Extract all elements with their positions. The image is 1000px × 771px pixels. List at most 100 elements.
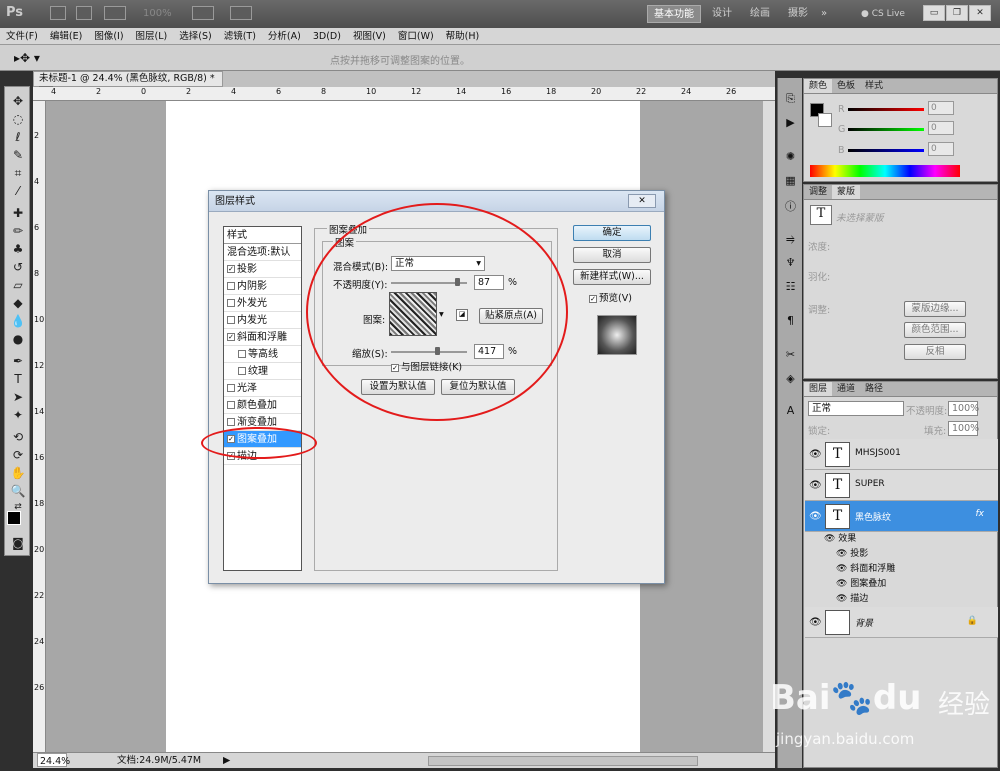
- clone-source-icon[interactable]: ♆: [782, 256, 799, 271]
- workspace-photography[interactable]: 摄影: [782, 5, 814, 23]
- invert-button[interactable]: 反相: [904, 344, 966, 360]
- eye-icon[interactable]: 👁: [809, 617, 822, 628]
- style-row[interactable]: 混合选项:默认: [224, 244, 301, 261]
- layer-row[interactable]: 👁 T SUPER: [805, 470, 998, 501]
- checkbox-unchecked[interactable]: [238, 367, 246, 375]
- checkbox-unchecked[interactable]: [227, 299, 235, 307]
- brush-panel-icon[interactable]: ⥤: [782, 232, 799, 247]
- histogram-panel-icon[interactable]: ▦: [782, 174, 799, 189]
- channel-g-value[interactable]: 0: [928, 121, 954, 135]
- zoom-level[interactable]: 100%: [143, 8, 172, 19]
- paint-bucket-icon[interactable]: ◆: [9, 295, 27, 311]
- paragraph-panel-icon[interactable]: ¶: [782, 314, 799, 329]
- effect-item[interactable]: 👁 投影: [836, 547, 868, 562]
- shape-tool-icon[interactable]: ✦: [9, 407, 27, 423]
- 3d-panel-icon[interactable]: ✺: [782, 150, 799, 165]
- tab-swatches[interactable]: 色板: [832, 79, 860, 93]
- history-panel-icon[interactable]: ⎘: [782, 92, 799, 107]
- move-tool-icon[interactable]: ✥: [9, 93, 27, 109]
- style-row[interactable]: 等高线: [224, 346, 301, 363]
- menu-view[interactable]: 视图(V): [347, 28, 392, 45]
- eye-icon[interactable]: 👁: [809, 511, 822, 522]
- checkbox-checked[interactable]: ✓: [589, 294, 597, 303]
- 3d-orbit-icon[interactable]: ⟳: [9, 447, 27, 463]
- workspace-design[interactable]: 设计: [706, 5, 738, 23]
- styles-panel-icon[interactable]: ◈: [782, 372, 799, 387]
- workspace-painting[interactable]: 绘画: [744, 5, 776, 23]
- tab-paths[interactable]: 路径: [860, 382, 888, 396]
- checkbox-unchecked[interactable]: [227, 418, 235, 426]
- style-row[interactable]: ✓ 投影: [224, 261, 301, 278]
- zoom-tool-icon[interactable]: 🔍: [9, 483, 27, 499]
- fx-icon[interactable]: fx: [976, 509, 985, 519]
- channel-g-slider[interactable]: [848, 128, 924, 131]
- menu-select[interactable]: 选择(S): [173, 28, 217, 45]
- menu-analysis[interactable]: 分析(A): [262, 28, 307, 45]
- menu-layer[interactable]: 图层(L): [130, 28, 174, 45]
- restore-button[interactable]: ❐: [946, 5, 968, 21]
- checkbox-unchecked[interactable]: [238, 350, 246, 358]
- channel-b-slider[interactable]: [848, 149, 924, 152]
- workspace-essentials[interactable]: 基本功能: [647, 5, 701, 23]
- eye-icon[interactable]: 👁: [809, 480, 822, 491]
- color-range-button[interactable]: 颜色范围...: [904, 322, 966, 338]
- checkbox-checked[interactable]: ✓: [227, 265, 235, 273]
- cs-live-button[interactable]: ● CS Live: [855, 5, 911, 23]
- minimize-button[interactable]: ▭: [923, 5, 945, 21]
- minibridge-icon[interactable]: [76, 6, 92, 20]
- foreground-color-swatch[interactable]: [7, 511, 21, 525]
- actions-panel-icon[interactable]: ▶: [782, 116, 799, 131]
- style-row[interactable]: 外发光: [224, 295, 301, 312]
- new-style-button[interactable]: 新建样式(W)...: [573, 269, 651, 285]
- effect-item[interactable]: 👁 描边: [836, 592, 868, 607]
- channel-b-value[interactable]: 0: [928, 142, 954, 156]
- blur-tool-icon[interactable]: 💧: [9, 313, 27, 329]
- 3d-rotate-icon[interactable]: ⟲: [9, 429, 27, 445]
- healing-brush-icon[interactable]: ✚: [9, 205, 27, 221]
- eye-icon[interactable]: 👁: [809, 449, 822, 460]
- effects-group[interactable]: 👁 效果: [824, 532, 856, 547]
- mask-edge-button[interactable]: 蒙版边缘...: [904, 301, 966, 317]
- tab-adjustments[interactable]: 调整: [804, 185, 832, 199]
- channel-r-slider[interactable]: [848, 108, 924, 111]
- clone-stamp-icon[interactable]: ♣: [9, 241, 27, 257]
- style-row[interactable]: 光泽: [224, 380, 301, 397]
- color-ramp[interactable]: [810, 165, 960, 177]
- status-menu-icon[interactable]: ▶: [223, 753, 230, 768]
- dodge-tool-icon[interactable]: ●: [9, 331, 27, 347]
- tab-color[interactable]: 颜色: [804, 79, 833, 93]
- brush-tool-icon[interactable]: ✏: [9, 223, 27, 239]
- hand-tool-icon[interactable]: ✋: [9, 465, 27, 481]
- character-panel-icon[interactable]: A: [782, 404, 799, 419]
- checkbox-unchecked[interactable]: [227, 384, 235, 392]
- crop-tool-icon[interactable]: ⌗: [9, 165, 27, 181]
- layer-row[interactable]: 👁 背景 🔒: [805, 607, 998, 638]
- document-tab[interactable]: 未标题-1 @ 24.4% (黑色脉纹, RGB/8) * ✕: [33, 71, 223, 99]
- effect-item[interactable]: 👁 图案叠加: [836, 577, 886, 592]
- tools-panel-icon[interactable]: ✂: [782, 348, 799, 363]
- menu-image[interactable]: 图像(I): [88, 28, 129, 45]
- tab-layers[interactable]: 图层: [804, 382, 833, 396]
- preview-checkbox[interactable]: ✓ 预览(V): [589, 290, 632, 304]
- vertical-scrollbar[interactable]: [763, 101, 775, 753]
- style-row[interactable]: 内发光: [224, 312, 301, 329]
- dialog-close-icon[interactable]: ✕: [628, 194, 656, 208]
- type-tool-icon[interactable]: T: [9, 371, 27, 387]
- layer-opacity-field[interactable]: 100%: [948, 401, 979, 416]
- checkbox-unchecked[interactable]: [227, 401, 235, 409]
- layer-row-selected[interactable]: 👁 T 黑色脉纹 fx: [805, 501, 998, 532]
- tab-masks[interactable]: 蒙版: [832, 185, 861, 199]
- path-select-icon[interactable]: ➤: [9, 389, 27, 405]
- cancel-button[interactable]: 取消: [573, 247, 651, 263]
- move-tool-preset-icon[interactable]: ▸✥ ▾: [14, 51, 40, 65]
- menu-filter[interactable]: 滤镜(T): [218, 28, 262, 45]
- eraser-tool-icon[interactable]: ▱: [9, 277, 27, 293]
- menu-edit[interactable]: 编辑(E): [44, 28, 88, 45]
- tab-channels[interactable]: 通道: [832, 382, 860, 396]
- checkbox-unchecked[interactable]: [227, 316, 235, 324]
- quick-mask-icon[interactable]: ◙: [9, 535, 27, 551]
- checkbox-unchecked[interactable]: [227, 282, 235, 290]
- style-row[interactable]: 内阴影: [224, 278, 301, 295]
- menu-help[interactable]: 帮助(H): [440, 28, 486, 45]
- background-swatch[interactable]: [818, 113, 832, 127]
